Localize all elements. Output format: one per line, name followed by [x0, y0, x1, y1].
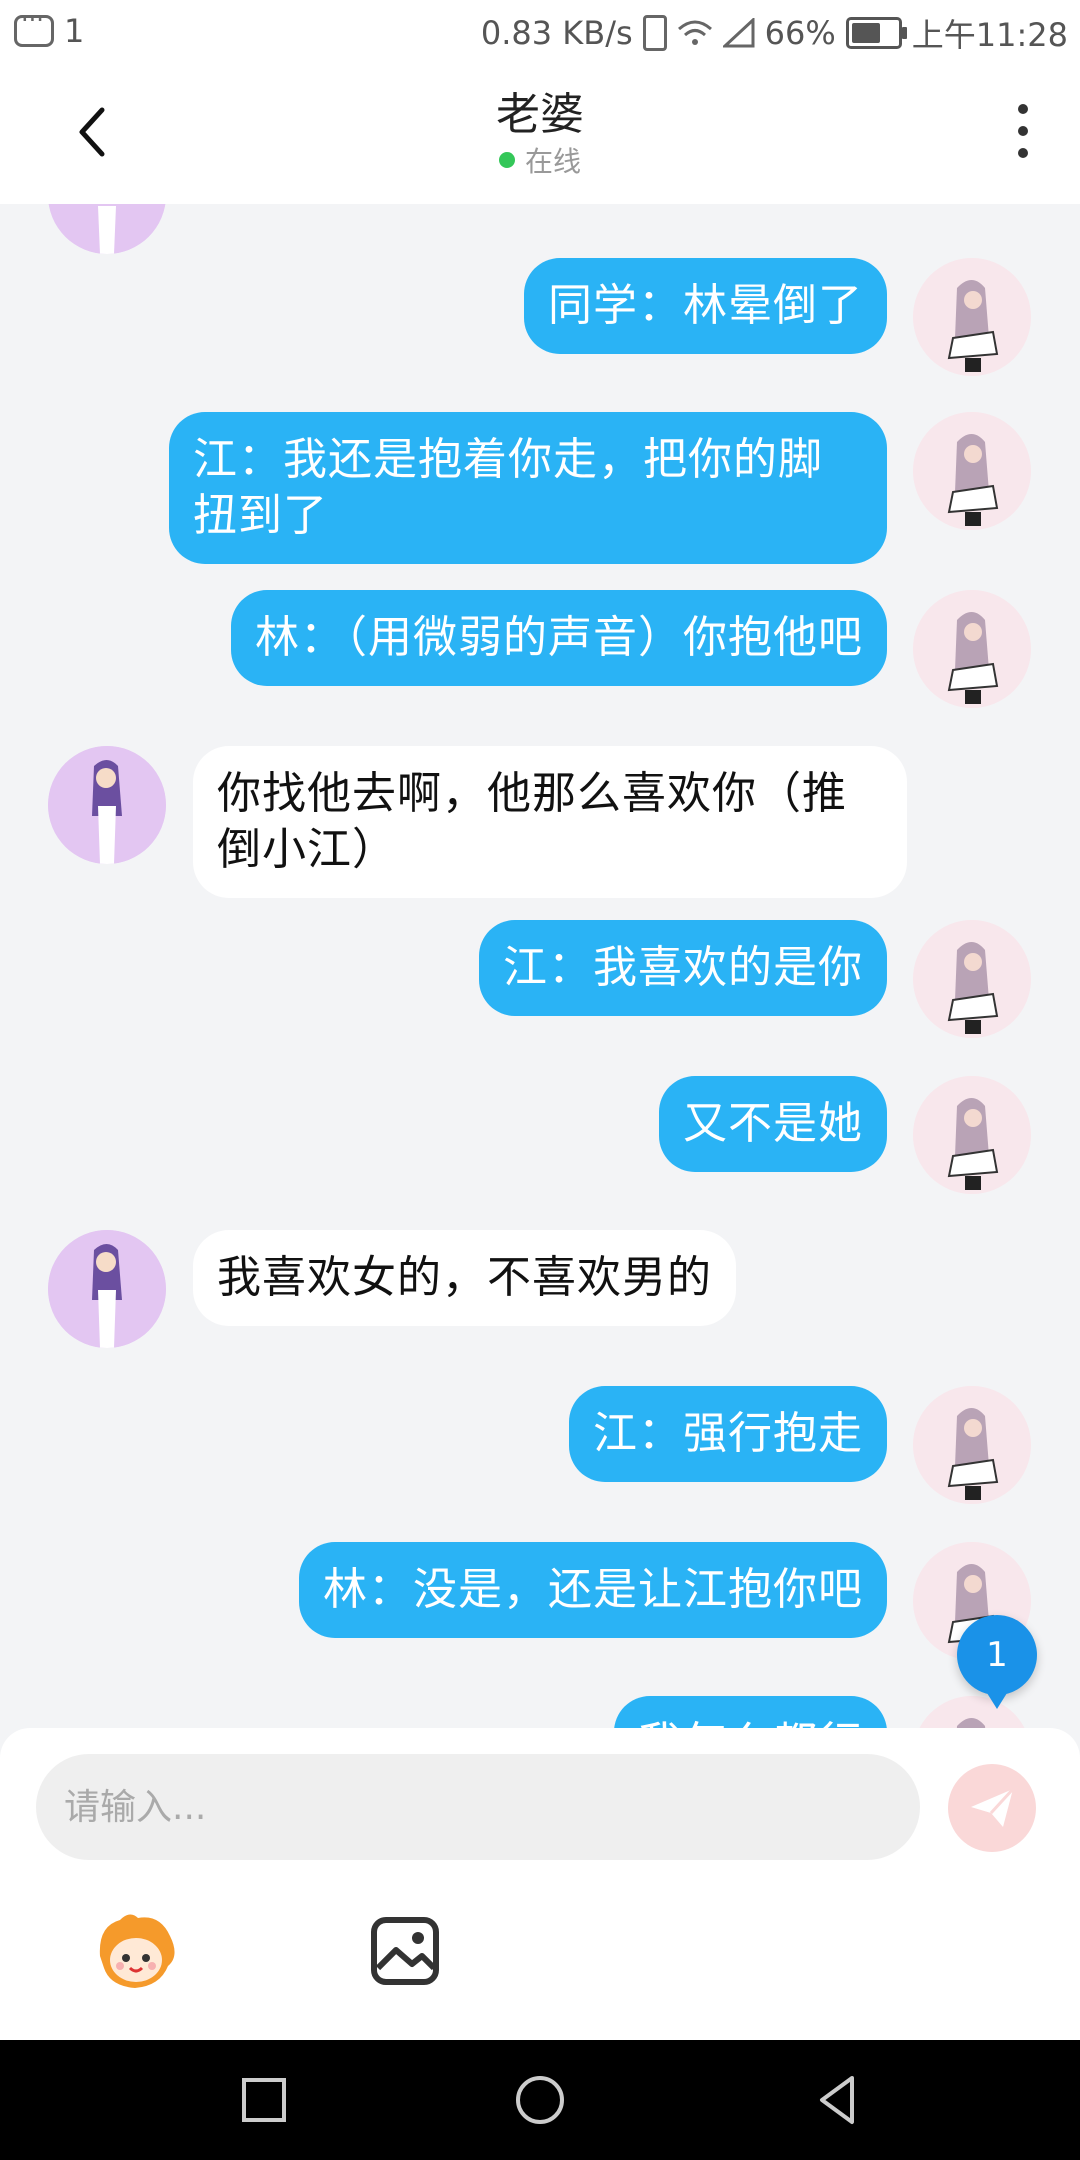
- contact-avatar[interactable]: [48, 1230, 166, 1348]
- message-bubble-sent[interactable]: 江：我还是抱着你走，把你的脚扭到了: [169, 412, 887, 564]
- battery-icon: [845, 17, 907, 49]
- message-input[interactable]: [36, 1754, 920, 1860]
- message-bubble-sent[interactable]: 同学：林晕倒了: [524, 258, 887, 354]
- unread-badge[interactable]: 1: [957, 1615, 1037, 1709]
- notification-count: 1: [64, 12, 85, 50]
- image-icon: [371, 1917, 439, 1985]
- my-avatar[interactable]: [913, 258, 1031, 376]
- message-bubble-sent[interactable]: 我怎么都行: [614, 1696, 887, 1728]
- send-icon: [971, 1787, 1015, 1827]
- back-nav-button[interactable]: [808, 2070, 868, 2130]
- vibrate-icon: [642, 15, 667, 51]
- message-bubble-sent[interactable]: 江：强行抱走: [569, 1386, 887, 1482]
- my-avatar[interactable]: [913, 412, 1031, 530]
- my-avatar[interactable]: [913, 590, 1031, 708]
- contact-name: 老婆: [496, 89, 584, 140]
- my-avatar[interactable]: [913, 1076, 1031, 1194]
- emoji-button[interactable]: [90, 1906, 180, 1996]
- my-avatar[interactable]: [913, 1386, 1031, 1504]
- message-bubble-received[interactable]: 我喜欢女的，不喜欢男的: [193, 1230, 736, 1326]
- online-status: 在线: [0, 140, 1080, 180]
- battery-percent: 66%: [764, 14, 836, 52]
- message-bubble-sent[interactable]: 林：没是，还是让江抱你吧: [299, 1542, 887, 1638]
- message-bubble-sent[interactable]: 江：我喜欢的是你: [479, 920, 887, 1016]
- more-vertical-icon: [1016, 104, 1030, 158]
- message-bubble-received[interactable]: 你找他去啊，他那么喜欢你（推倒小江）: [193, 746, 907, 898]
- message-notification-icon: [14, 6, 54, 47]
- chat-messages[interactable]: 同学：林晕倒了 江：我还是抱着你走，把你的脚扭到了 林：（用微弱的声音）你抱他吧…: [0, 204, 1080, 1728]
- net-speed: 0.83 KB/s: [480, 14, 633, 52]
- triangle-back-icon: [820, 2076, 854, 2124]
- signal-icon: [722, 18, 755, 48]
- home-button[interactable]: [510, 2070, 570, 2130]
- status-bar: 1 0.83 KB/s 66% 上午11:28: [0, 0, 1080, 64]
- wifi-icon: [677, 19, 713, 47]
- chat-header: 老婆 在线: [0, 64, 1080, 204]
- circle-icon: [516, 2076, 564, 2124]
- my-avatar[interactable]: [913, 1696, 1031, 1728]
- clock: 上午11:28: [911, 16, 1068, 54]
- square-icon: [242, 2078, 286, 2122]
- online-dot: [498, 152, 515, 168]
- recents-button[interactable]: [234, 2070, 294, 2130]
- emoji-mascot-icon: [99, 1914, 175, 1988]
- system-nav-bar: [0, 2040, 1080, 2160]
- contact-avatar[interactable]: [48, 746, 166, 864]
- more-button[interactable]: [1016, 104, 1030, 164]
- send-button[interactable]: [948, 1764, 1036, 1852]
- image-button[interactable]: [360, 1906, 450, 1996]
- message-bubble-sent[interactable]: 又不是她: [659, 1076, 887, 1172]
- contact-avatar[interactable]: [48, 204, 166, 254]
- my-avatar[interactable]: [913, 920, 1031, 1038]
- input-panel: [0, 1728, 1080, 2040]
- message-bubble-sent[interactable]: 林：（用微弱的声音）你抱他吧: [231, 590, 887, 686]
- online-status-text: 在线: [524, 145, 581, 178]
